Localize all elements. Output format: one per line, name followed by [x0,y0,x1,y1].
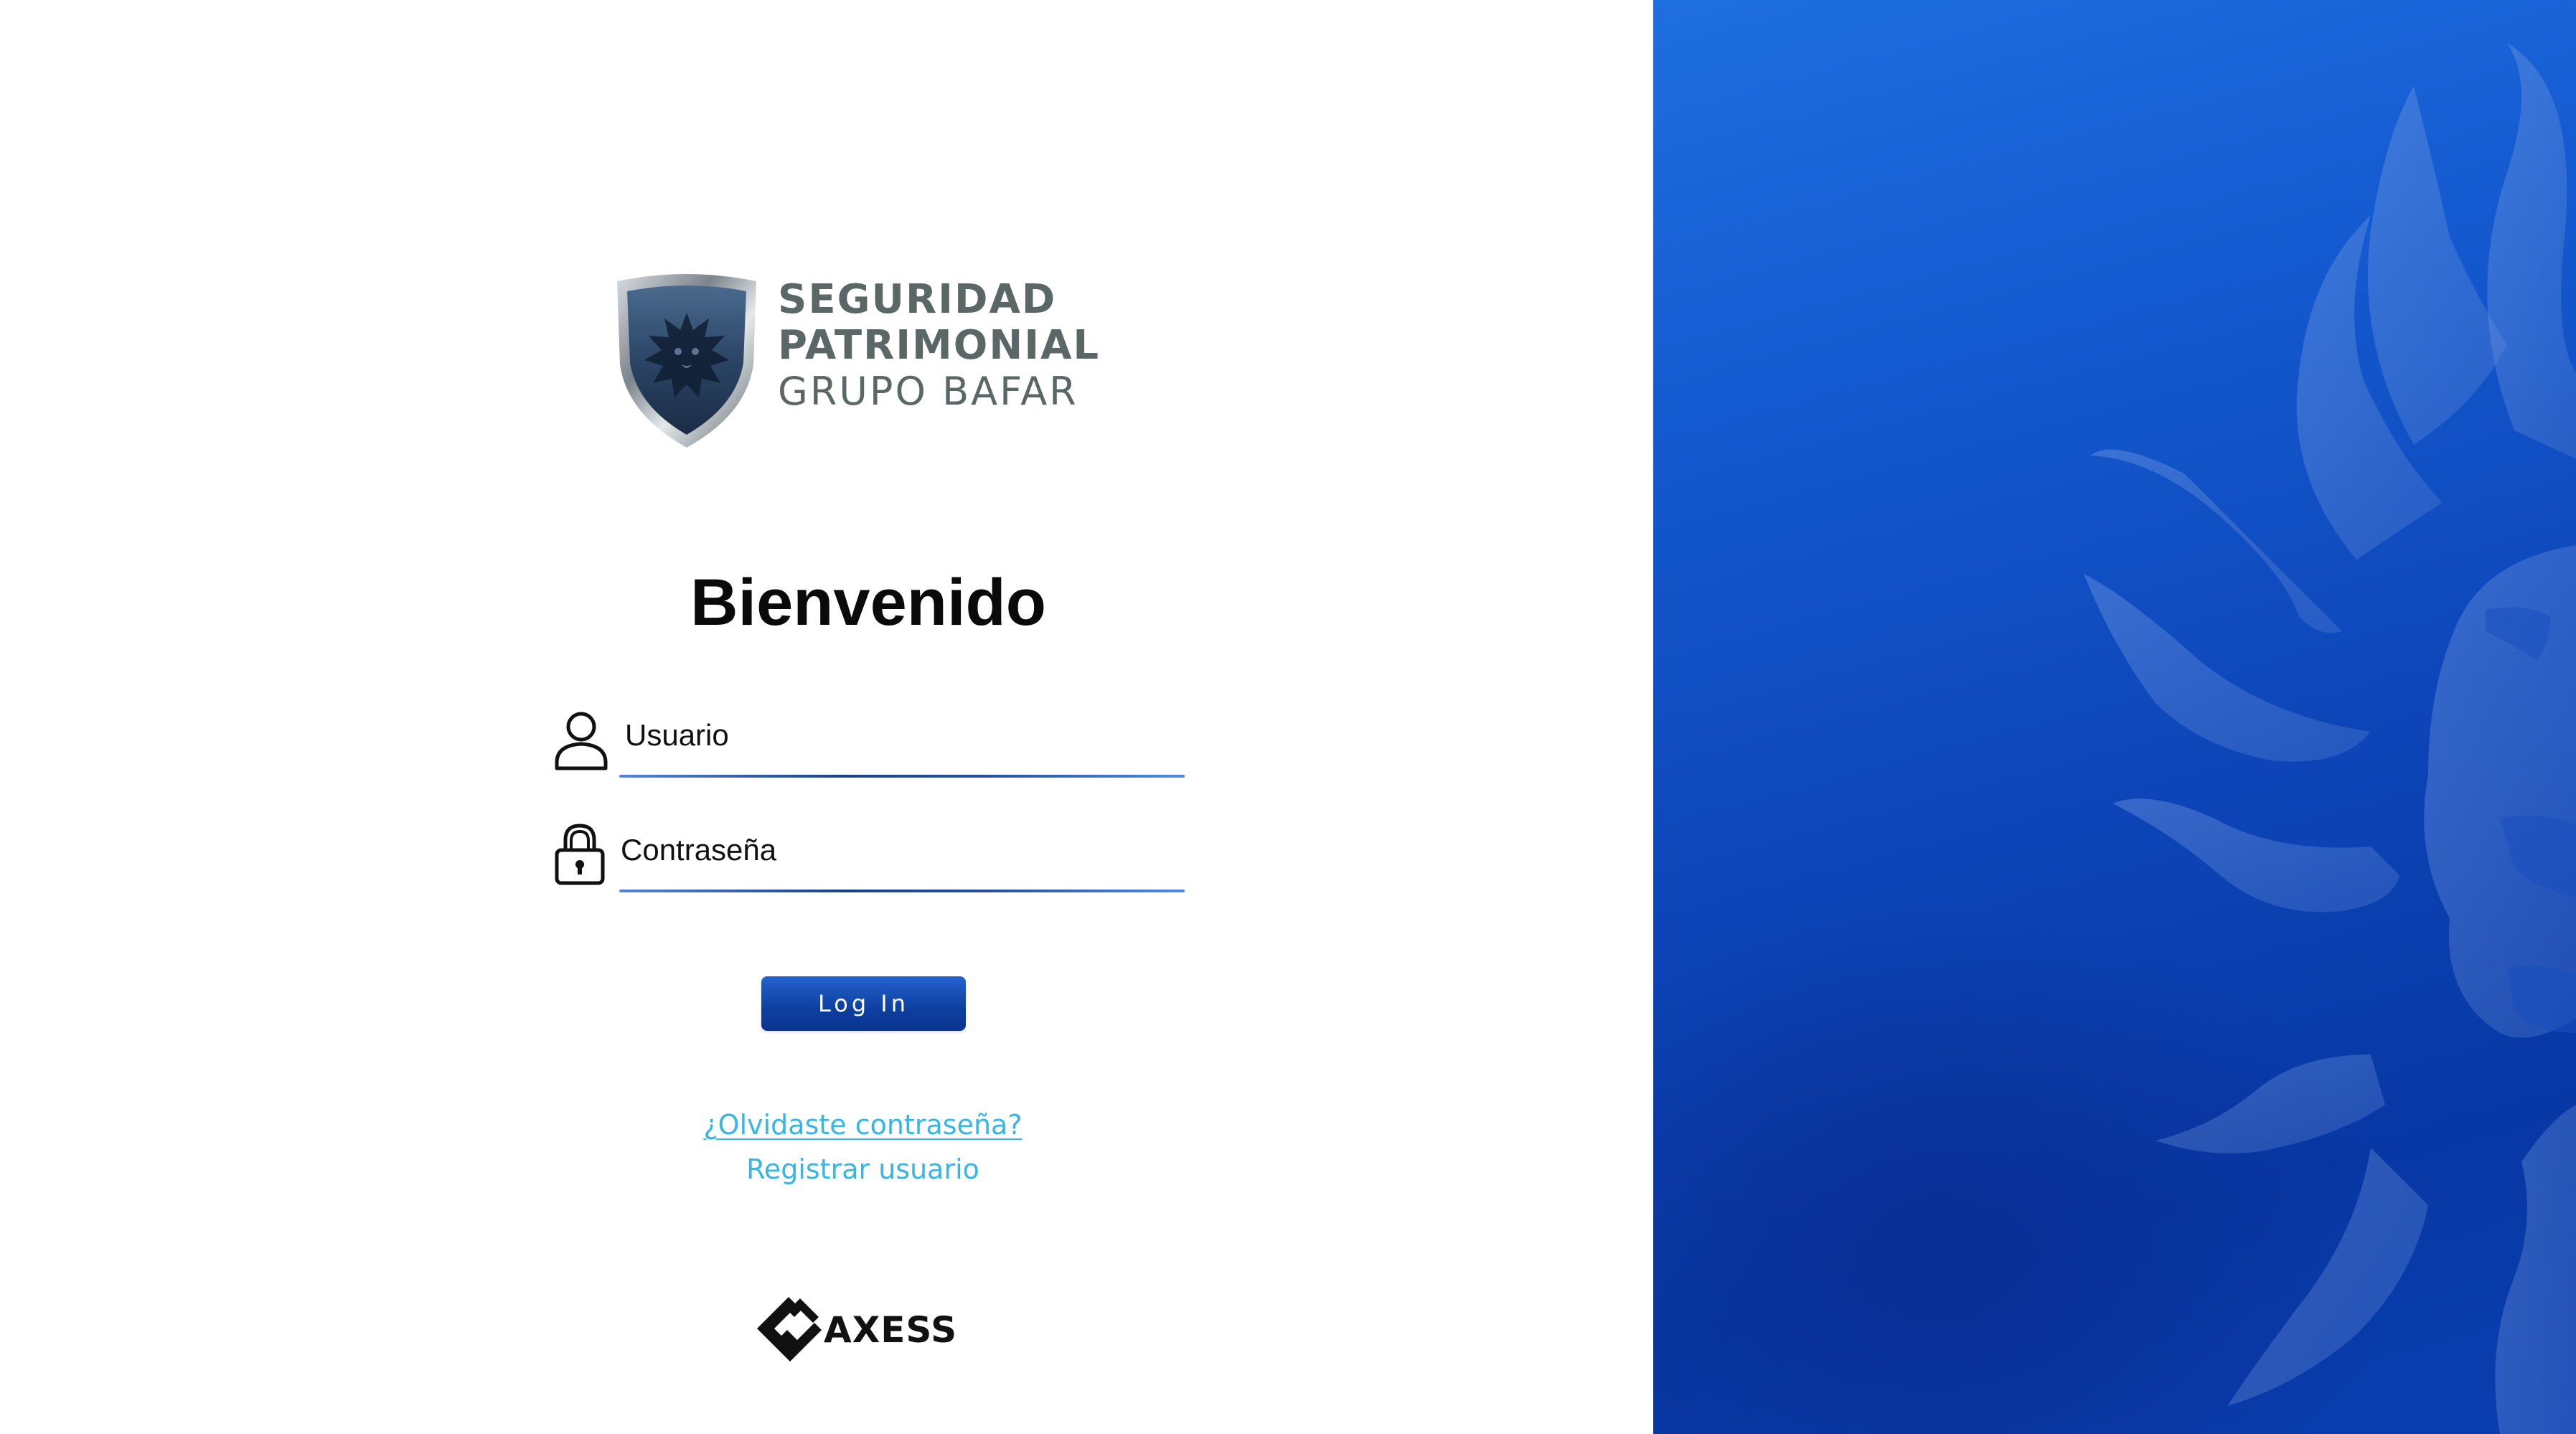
brand-name-line-1: SEGURIDAD [778,276,1057,323]
brand-name-line-3: GRUPO BAFAR [778,369,1078,414]
lock-icon [555,824,605,885]
page-title: Bienvenido [690,566,1046,639]
forgot-password-link[interactable]: ¿Olvidaste contraseña? [631,1109,1094,1141]
login-panel: SEGURIDAD PATRIMONIAL GRUPO BAFAR Bienve… [0,0,1653,1434]
seguridad-patrimonial-logo: SEGURIDAD PATRIMONIAL GRUPO BAFAR [610,271,1184,461]
password-input[interactable] [619,814,1185,886]
axess-logo: AXESS [757,1296,965,1364]
lion-mane-graphic [2084,43,2576,1434]
password-field-group [553,814,1188,893]
login-button[interactable]: Log In [761,976,966,1031]
login-page: SEGURIDAD PATRIMONIAL GRUPO BAFAR Bienve… [0,0,2576,1434]
decorative-lion-panel [1653,0,2576,1434]
password-underline [619,890,1185,892]
axess-mark-icon [757,1297,822,1362]
username-input[interactable] [619,699,1185,771]
username-field-group [553,699,1188,778]
user-icon [555,712,608,770]
shield-lion-icon [617,274,756,448]
axess-logo-text: AXESS [824,1309,958,1351]
username-underline [619,775,1185,778]
register-user-link[interactable]: Registrar usuario [631,1154,1094,1185]
brand-name-line-2: PATRIMONIAL [778,322,1101,369]
